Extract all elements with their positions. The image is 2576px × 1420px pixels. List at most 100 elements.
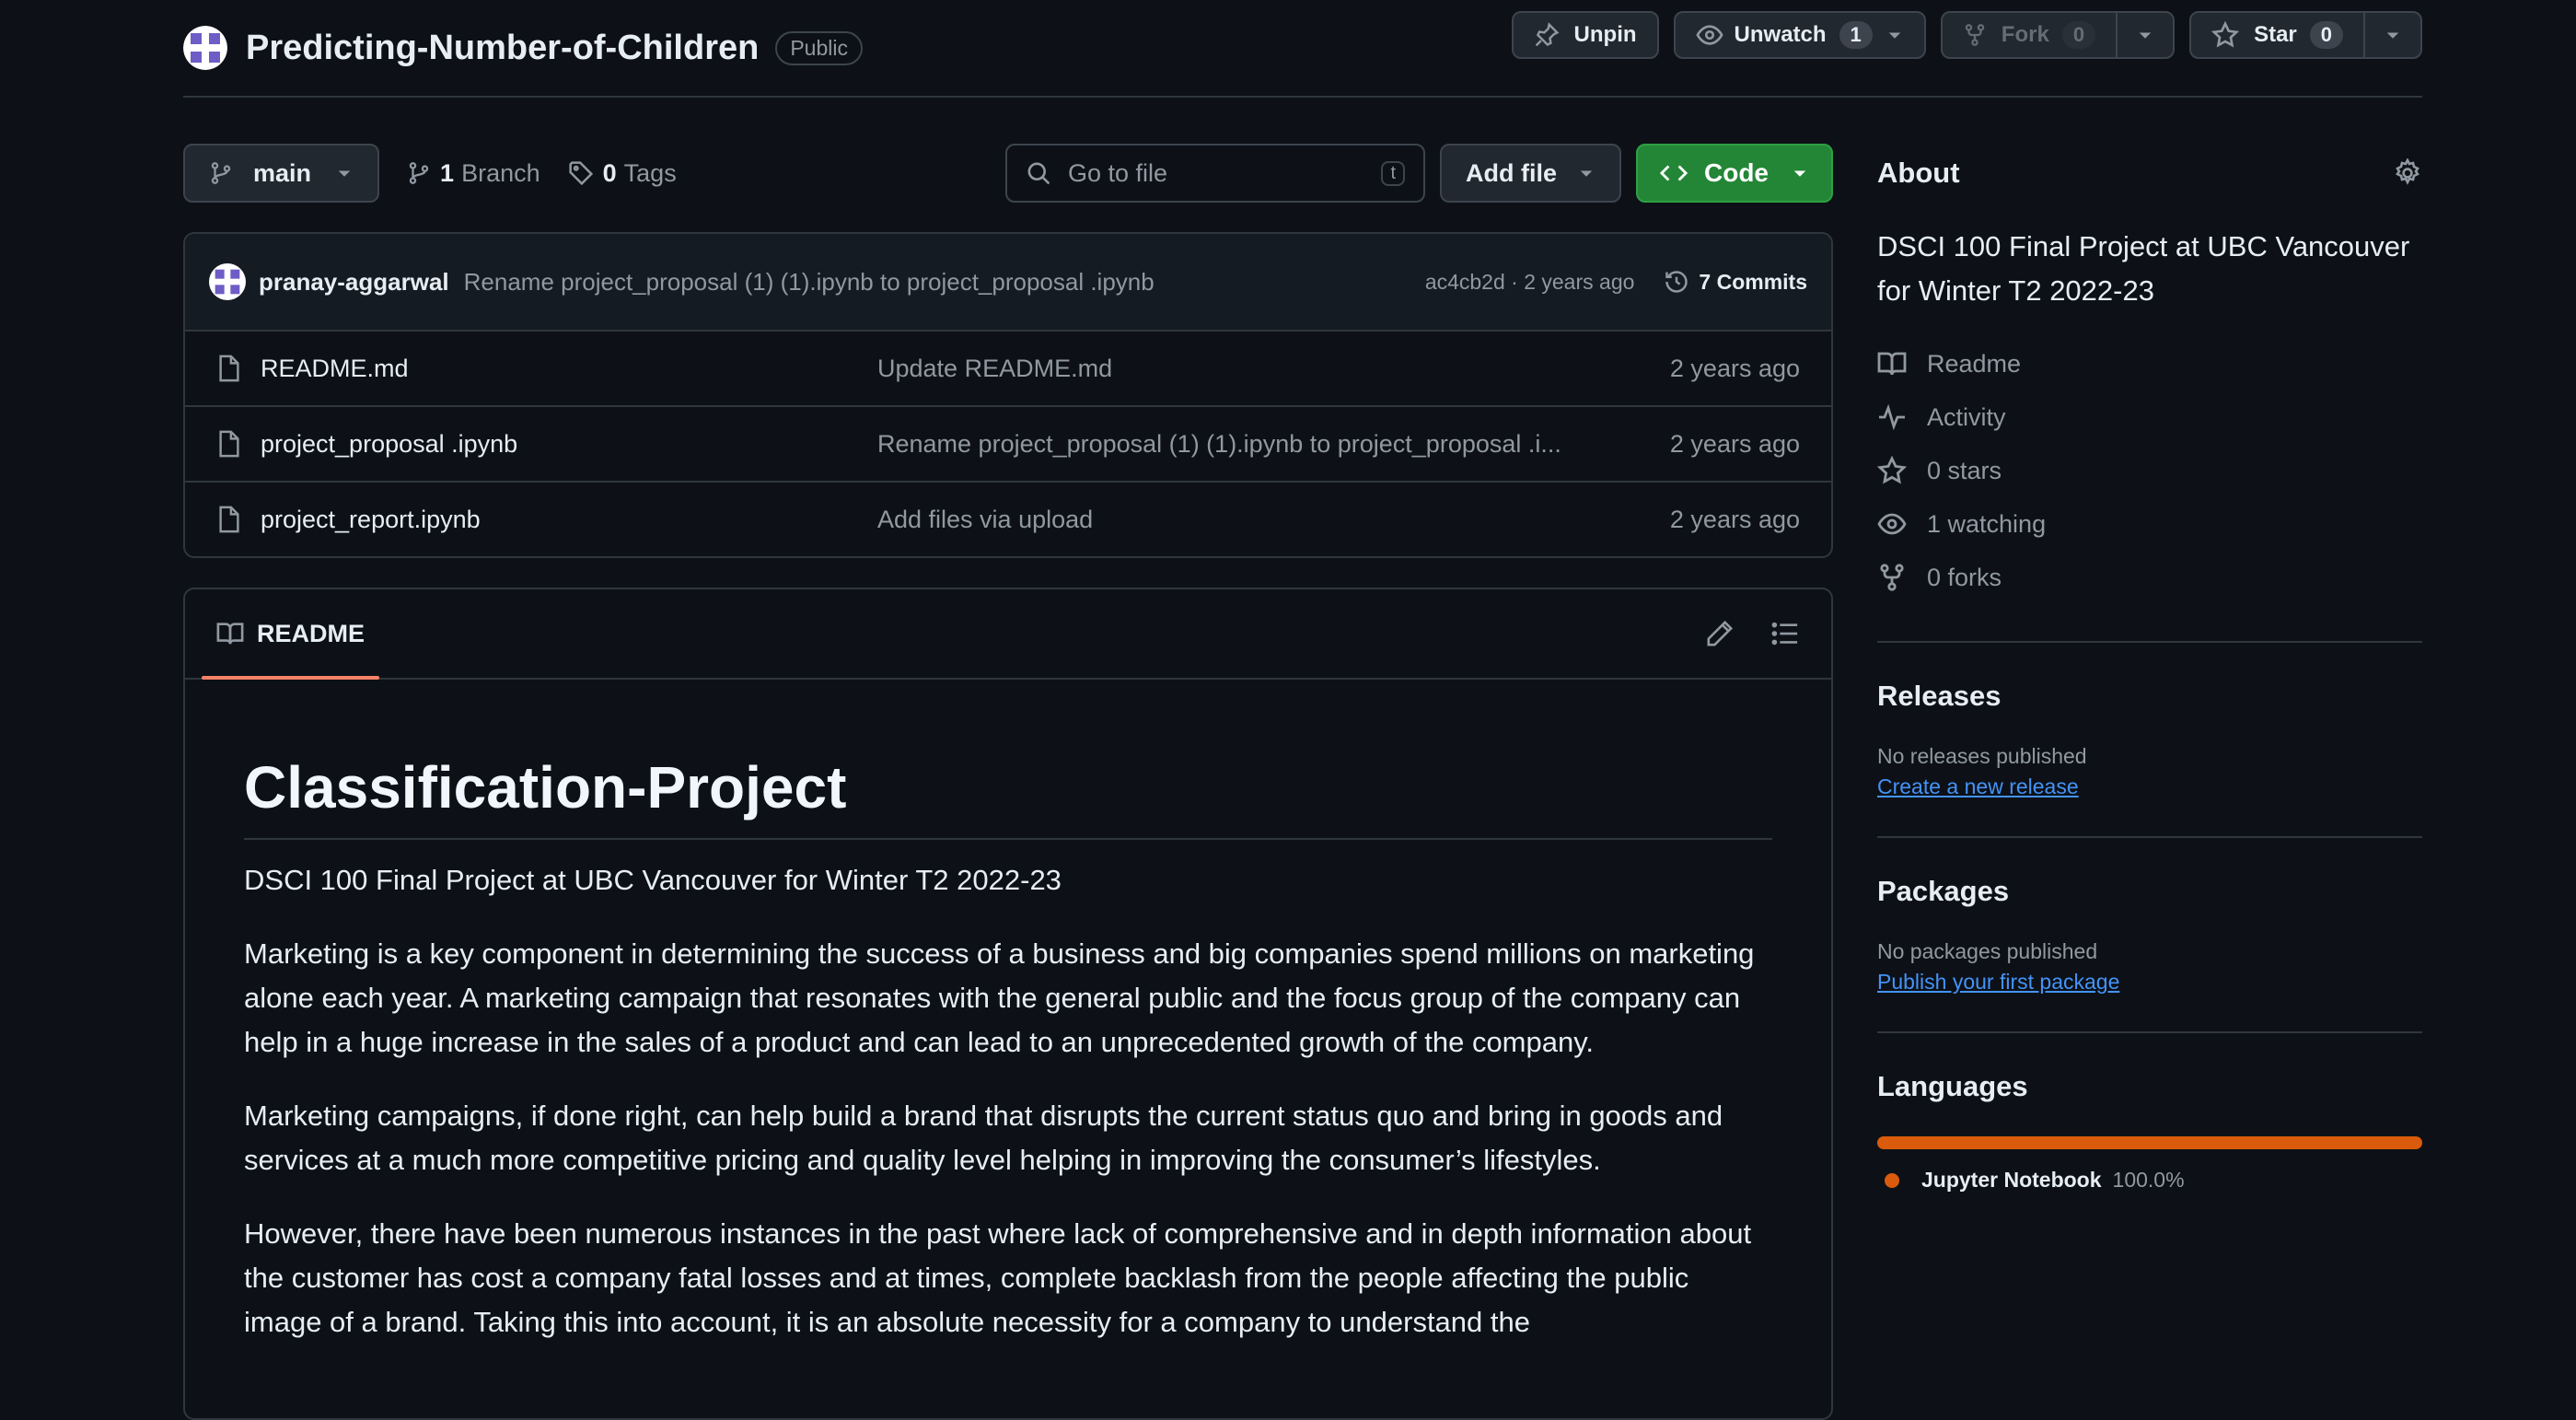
- language-name: Jupyter Notebook: [1921, 1168, 2102, 1192]
- fork-dropdown[interactable]: [2116, 13, 2173, 57]
- activity-link[interactable]: Activity: [1877, 390, 2422, 444]
- language-dot: [1885, 1172, 1899, 1188]
- chevron-down-icon: [335, 164, 354, 182]
- fork-label: Fork: [2001, 22, 2049, 47]
- eye-icon: [1695, 21, 1723, 49]
- star-icon: [2211, 21, 2240, 49]
- readme-paragraph: DSCI 100 Final Project at UBC Vancouver …: [244, 864, 1062, 896]
- readme-title: Classification-Project: [244, 753, 1772, 840]
- unpin-label: Unpin: [1573, 22, 1637, 47]
- star-dropdown[interactable]: [2363, 13, 2420, 57]
- commit-sha-time[interactable]: ac4cb2d · 2 years ago: [1425, 270, 1635, 295]
- chevron-down-icon: [1577, 164, 1595, 182]
- file-name[interactable]: project_proposal .ipynb: [261, 430, 877, 459]
- eye-icon: [1877, 509, 1907, 539]
- packages-note: No packages published: [1877, 939, 2098, 963]
- tag-icon: [568, 160, 594, 186]
- file-row[interactable]: project_proposal .ipynb Rename project_p…: [185, 407, 1831, 483]
- branch-selector[interactable]: main: [183, 144, 380, 203]
- star-button[interactable]: Star 0: [2189, 11, 2422, 59]
- chevron-down-icon: [1791, 164, 1809, 182]
- book-icon: [216, 620, 244, 647]
- readme-tab-label: README: [257, 619, 366, 647]
- book-icon: [1877, 349, 1907, 378]
- publish-package-link[interactable]: Publish your first package: [1877, 970, 2422, 995]
- language-item[interactable]: Jupyter Notebook 100.0%: [1877, 1168, 2422, 1193]
- chevron-down-icon: [2136, 26, 2154, 44]
- file-commit-message[interactable]: Rename project_proposal (1) (1).ipynb to…: [877, 430, 1670, 459]
- readme-link[interactable]: Readme: [1877, 337, 2422, 390]
- file-row[interactable]: project_report.ipynb Add files via uploa…: [185, 483, 1831, 556]
- branch-name: main: [253, 158, 312, 187]
- file-time: 2 years ago: [1669, 505, 1800, 533]
- forks-label: 0 forks: [1927, 563, 2002, 591]
- pencil-icon[interactable]: [1706, 620, 1734, 647]
- page: Predicting-Number-of-Children Public Unp…: [183, 0, 2422, 1420]
- chevron-down-icon: [2384, 26, 2402, 44]
- repo-name[interactable]: Predicting-Number-of-Children: [246, 29, 759, 68]
- releases-note: No releases published: [1877, 744, 2087, 768]
- go-to-file-input[interactable]: Go to file t: [1005, 144, 1425, 203]
- about-title: About: [1877, 157, 1960, 189]
- releases-section: Releases No releases published Create a …: [1877, 641, 2422, 799]
- create-release-link[interactable]: Create a new release: [1877, 774, 2422, 799]
- star-label: Star: [2254, 22, 2297, 47]
- file-icon: [216, 355, 242, 382]
- fork-button[interactable]: Fork 0: [1940, 11, 2176, 59]
- branch-icon: [209, 161, 233, 185]
- watch-count: 1: [1839, 21, 1873, 49]
- code-button[interactable]: Code: [1636, 144, 1833, 203]
- code-icon: [1660, 159, 1688, 187]
- file-name[interactable]: project_report.ipynb: [261, 506, 877, 534]
- readme-paragraph: However, there have been numerous instan…: [244, 1217, 1752, 1338]
- unwatch-label: Unwatch: [1734, 22, 1827, 47]
- history-icon: [1664, 269, 1689, 295]
- file-list: pranay-aggarwal Rename project_proposal …: [183, 232, 1833, 558]
- language-bar-fill: [1877, 1136, 2422, 1149]
- repo-header: Predicting-Number-of-Children Public Unp…: [183, 0, 2422, 98]
- commit-author[interactable]: pranay-aggarwal: [259, 268, 449, 297]
- branch-icon: [407, 161, 431, 185]
- file-commit-message[interactable]: Update README.md: [877, 355, 1670, 383]
- packages-title[interactable]: Packages: [1877, 875, 2422, 908]
- code-label: Code: [1704, 158, 1769, 187]
- commits-link[interactable]: 7 Commits: [1664, 269, 1807, 295]
- add-file-button[interactable]: Add file: [1440, 144, 1621, 203]
- star-count: 0: [2309, 21, 2343, 49]
- repo-actions: Unpin Unwatch 1 Fork 0 Star 0: [1511, 11, 2422, 59]
- stars-link[interactable]: 0 stars: [1877, 444, 2422, 497]
- language-percent: 100.0%: [2112, 1168, 2185, 1192]
- file-toolbar: main 1 Branch 0 Tags Go to file t Add fi…: [183, 144, 1833, 203]
- author-avatar[interactable]: [209, 263, 246, 300]
- file-icon: [216, 430, 242, 458]
- languages-section: Languages Jupyter Notebook 100.0%: [1877, 1031, 2422, 1193]
- unpin-button[interactable]: Unpin: [1511, 11, 1659, 59]
- add-file-label: Add file: [1466, 158, 1557, 187]
- readme-tab[interactable]: README: [201, 589, 380, 680]
- file-time: 2 years ago: [1669, 429, 1800, 458]
- releases-title[interactable]: Releases: [1877, 680, 2422, 713]
- forks-link[interactable]: 0 forks: [1877, 551, 2422, 604]
- tags-link[interactable]: 0 Tags: [568, 159, 677, 188]
- branches-link[interactable]: 1 Branch: [407, 159, 540, 188]
- readme-content: Classification-Project DSCI 100 Final Pr…: [185, 680, 1831, 1402]
- owner-avatar[interactable]: [183, 26, 227, 70]
- commit-message[interactable]: Rename project_proposal (1) (1).ipynb to…: [464, 268, 1155, 297]
- activity-label: Activity: [1927, 402, 2006, 431]
- watching-link[interactable]: 1 watching: [1877, 497, 2422, 551]
- chevron-down-icon[interactable]: [1886, 26, 1904, 44]
- main-column: main 1 Branch 0 Tags Go to file t Add fi…: [183, 144, 1833, 1420]
- sidebar: About DSCI 100 Final Project at UBC Vanc…: [1877, 144, 2422, 1420]
- latest-commit-bar: pranay-aggarwal Rename project_proposal …: [185, 234, 1831, 332]
- file-commit-message[interactable]: Add files via upload: [877, 506, 1670, 534]
- fork-icon: [1877, 563, 1907, 592]
- unwatch-button[interactable]: Unwatch 1: [1673, 11, 1926, 59]
- file-row[interactable]: README.md Update README.md 2 years ago: [185, 332, 1831, 407]
- file-name[interactable]: README.md: [261, 355, 877, 383]
- gear-icon[interactable]: [2393, 158, 2422, 188]
- readme-link-label: Readme: [1927, 349, 2022, 378]
- languages-title: Languages: [1877, 1070, 2028, 1102]
- list-icon[interactable]: [1770, 620, 1800, 647]
- file-icon: [216, 506, 242, 533]
- commits-label: 7 Commits: [1699, 269, 1807, 294]
